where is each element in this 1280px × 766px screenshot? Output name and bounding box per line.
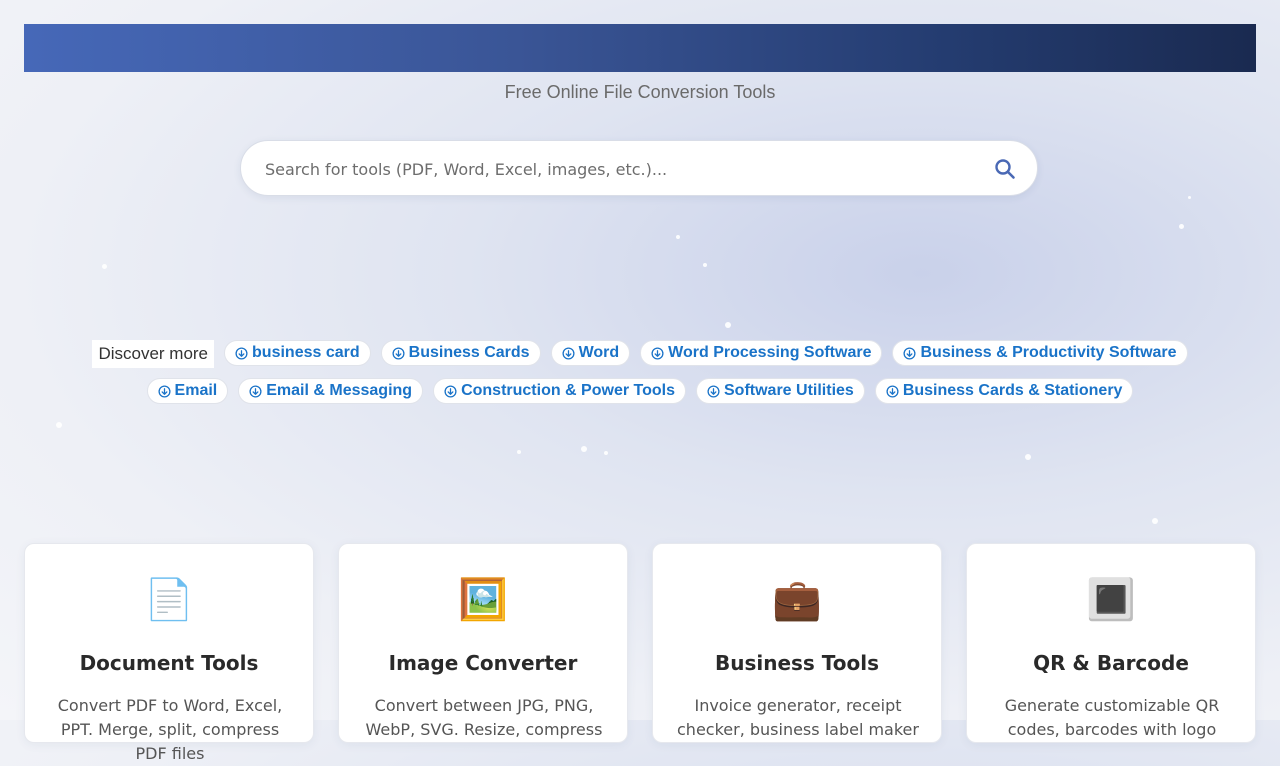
background-dot: [676, 235, 680, 239]
background-dot: [517, 450, 521, 454]
discover-more-label: Discover more: [92, 340, 215, 368]
tool-card[interactable]: 🖼️ Image Converter Convert between JPG, PN…: [338, 543, 628, 743]
discover-more-section: Discover more business card Business Card…: [72, 340, 1208, 404]
background-dot: [1188, 196, 1191, 199]
arrow-circle-icon: [249, 384, 262, 398]
arrow-circle-icon: [903, 346, 917, 360]
tool-card-title: Image Converter: [388, 651, 578, 675]
discover-chip-label: Business & Productivity Software: [920, 344, 1177, 361]
arrow-circle-icon: [562, 346, 575, 360]
search-icon[interactable]: [993, 157, 1017, 181]
arrow-circle-icon: [886, 384, 899, 398]
background-dot: [725, 322, 731, 328]
discover-chip-label: Construction & Power Tools: [461, 382, 675, 399]
briefcase-icon: 💼: [772, 577, 822, 623]
site-subtitle: Free Online File Conversion Tools: [504, 82, 776, 102]
tool-cards: 📄 Document Tools Convert PDF to Word, Exce…: [24, 543, 1256, 763]
arrow-circle-icon: [392, 346, 405, 360]
discover-chip-label: Word: [578, 344, 620, 361]
discover-chip[interactable]: Construction & Power Tools: [433, 378, 686, 404]
discover-chip-label: business card: [252, 344, 360, 361]
background-dot: [56, 422, 62, 428]
discover-chip[interactable]: Email: [146, 378, 229, 404]
background-dot: [604, 451, 608, 455]
discover-chip-label: Word Processing Software: [668, 344, 872, 361]
tool-card[interactable]: 🔳 QR & Barcode Generate customizable QR co…: [966, 543, 1256, 743]
discover-chip-label: Email & Messaging: [266, 382, 413, 399]
arrow-circle-icon: [158, 384, 171, 398]
tool-card-description: Convert PDF to Word, Excel, PPT. Merge, …: [57, 696, 283, 763]
background-dot: [581, 446, 587, 452]
document-icon: 📄: [144, 577, 194, 623]
background-dot: [1152, 518, 1158, 524]
tool-card-description: Invoice generator, receipt checker, busi…: [677, 696, 919, 739]
discover-chip[interactable]: Business Cards: [380, 340, 541, 366]
tool-card-title: Document Tools: [79, 651, 259, 675]
tool-card-description: Generate customizable QR codes, barcodes…: [1004, 696, 1220, 739]
tool-card[interactable]: 📄 Document Tools Convert PDF to Word, Exce…: [24, 543, 314, 763]
search-input[interactable]: [263, 153, 967, 185]
tool-card[interactable]: 💼 Business Tools Invoice generator, receip…: [652, 543, 942, 743]
qr-code-icon: 🔳: [1086, 577, 1136, 623]
discover-chip-label: Business Cards: [408, 344, 530, 361]
discover-chip-label: Email: [174, 382, 218, 399]
discover-chip[interactable]: business card: [224, 340, 371, 366]
discover-chip[interactable]: Software Utilities: [696, 378, 865, 404]
discover-chip[interactable]: Word Processing Software: [640, 340, 883, 366]
background-dot: [102, 264, 107, 269]
tool-card-title: QR & Barcode: [1033, 651, 1189, 675]
search-bar: [240, 140, 1038, 196]
discover-chip-label: Business Cards & Stationery: [902, 382, 1123, 399]
arrow-circle-icon: [651, 346, 664, 360]
background-dot: [703, 263, 707, 267]
discover-chip[interactable]: Email & Messaging: [238, 378, 424, 404]
tool-card-title: Business Tools: [714, 651, 880, 675]
discover-chip[interactable]: Business Cards & Stationery: [874, 378, 1134, 404]
image-icon: 🖼️: [458, 577, 508, 623]
background-dot: [1179, 224, 1184, 229]
header-banner: [24, 24, 1256, 72]
discover-chip[interactable]: Business & Productivity Software: [892, 340, 1188, 366]
arrow-circle-icon: [444, 384, 457, 398]
arrow-circle-icon: [707, 384, 720, 398]
tool-card-description: Convert between JPG, PNG, WebP, SVG. Res…: [365, 696, 603, 739]
discover-chip-label: Software Utilities: [724, 382, 854, 399]
background-dot: [1025, 454, 1031, 460]
arrow-circle-icon: [235, 346, 248, 360]
discover-chip[interactable]: Word: [550, 340, 631, 366]
